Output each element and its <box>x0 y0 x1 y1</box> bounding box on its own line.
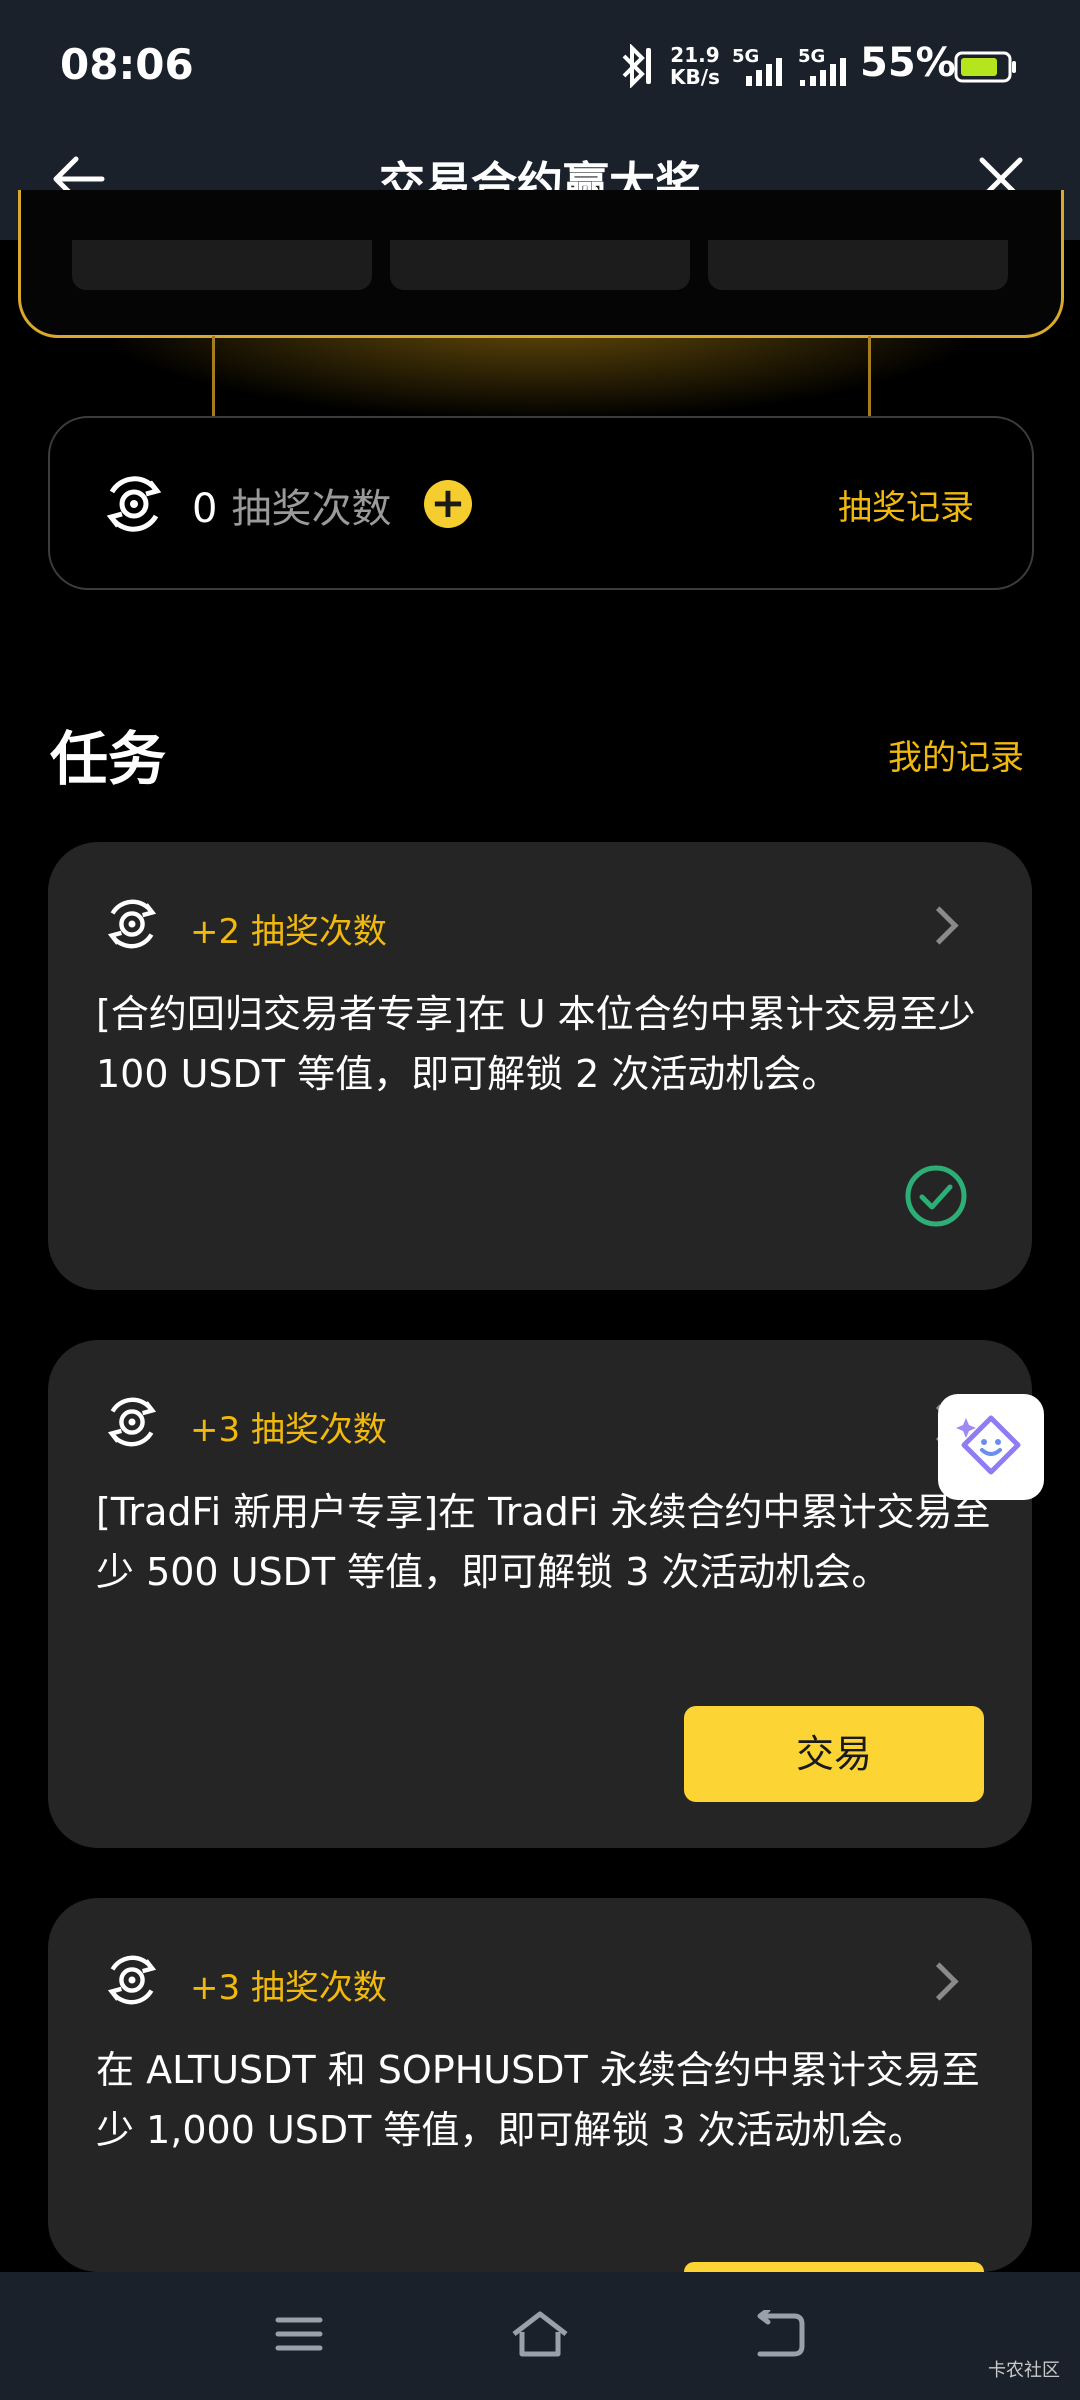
task-description: [合约回归交易者专享]在 U 本位合约中累计交易至少 100 USDT 等值，即… <box>96 992 976 1096</box>
trade-button-partial[interactable] <box>684 2262 984 2272</box>
bluetooth-icon <box>622 44 651 88</box>
lottery-refresh-icon <box>106 476 162 532</box>
draw-record-link[interactable]: 抽奖记录 <box>838 480 974 529</box>
menu-icon[interactable] <box>274 2314 324 2354</box>
signal-icon-2 <box>800 58 846 86</box>
home-icon[interactable] <box>510 2310 570 2358</box>
lottery-refresh-icon <box>107 899 157 949</box>
prize-slot <box>72 240 372 290</box>
draw-count-text: 0 抽奖次数 <box>192 486 392 532</box>
signal-icon-1 <box>746 58 782 86</box>
task-description: 在 ALTUSDT 和 SOPHUSDT 永续合约中累计交易至少 1,000 U… <box>96 2048 980 2152</box>
network-speed: 21.9 KB/s <box>670 43 720 89</box>
task-description: [TradFi 新用户专享]在 TradFi 永续合约中累计交易至少 500 U… <box>96 1490 991 1594</box>
watermark: 卡农社区 <box>988 2360 1060 2381</box>
add-draws-button[interactable]: + <box>424 480 472 528</box>
task-reward: +3 抽奖次数 <box>190 1968 387 2008</box>
tasks-section-title: 任务 <box>50 725 167 793</box>
ai-assistant-button[interactable] <box>938 1394 1044 1500</box>
lottery-refresh-icon <box>107 1397 157 1447</box>
check-circle-icon <box>905 1165 967 1227</box>
gold-pillar-decoration <box>212 336 215 416</box>
lottery-refresh-icon <box>107 1955 157 2005</box>
prize-slot <box>708 240 1008 290</box>
task-reward: +2 抽奖次数 <box>190 912 387 952</box>
prize-slot <box>390 240 690 290</box>
battery-icon <box>954 51 1016 83</box>
my-record-link[interactable]: 我的记录 <box>888 730 1024 779</box>
battery-percent: 55% <box>860 40 956 86</box>
task-reward: +3 抽奖次数 <box>190 1410 387 1450</box>
back-nav-icon[interactable] <box>754 2310 806 2358</box>
trade-button[interactable]: 交易 <box>684 1706 984 1802</box>
gold-pillar-decoration <box>868 336 871 416</box>
status-time: 08:06 <box>60 40 194 89</box>
ai-assistant-icon <box>956 1415 1021 1475</box>
